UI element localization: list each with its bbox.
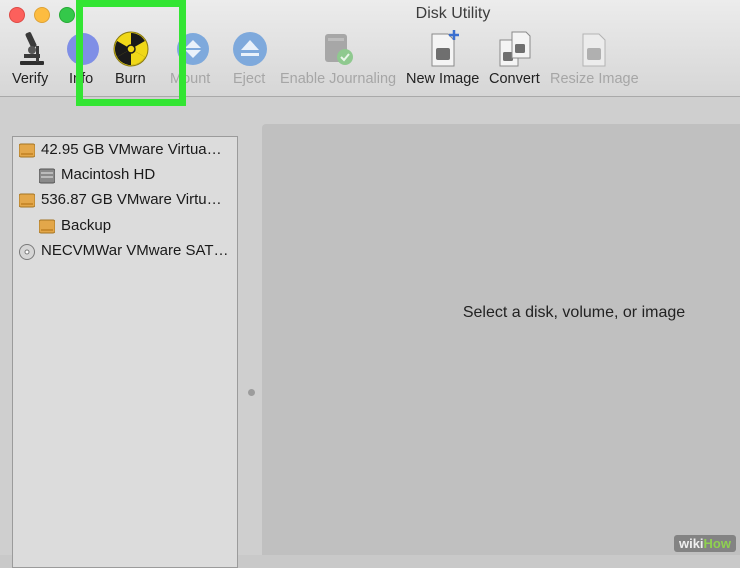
verify-label: Verify [12,71,49,87]
volume-icon [39,219,55,234]
watermark-prefix: wiki [678,536,704,551]
disk-label: Macintosh HD [61,166,156,183]
enable-journaling-label: Enable Journaling [280,71,397,87]
disk-list-item[interactable]: NECVMWar VMware SAT… [19,240,233,264]
disk-label: Backup [61,217,112,234]
disk-list-item[interactable]: 536.87 GB VMware Virtu… [19,189,233,213]
eject-icon [233,32,267,66]
resize-image-icon [582,33,606,67]
disk-list-item[interactable]: Backup [39,215,233,239]
empty-selection-message: Select a disk, volume, or image [462,304,686,321]
convert-label: Convert [489,71,540,87]
new-image-label: New Image [406,71,480,87]
volume-icon [39,168,55,184]
disk-label: NECVMWar VMware SAT… [41,242,229,259]
disk-label: 536.87 GB VMware Virtu… [41,191,222,208]
journaling-disk-icon [325,34,353,65]
hard-disk-icon [19,193,35,208]
disk-label: 42.95 GB VMware Virtua… [41,141,222,158]
new-image-icon [431,30,459,67]
detail-pane: Select a disk, volume, or image [262,124,740,555]
wikihow-watermark: wikiHow [673,535,736,552]
hard-disk-icon [19,143,35,158]
split-view-handle[interactable] [248,389,255,396]
disk-list-item[interactable]: Macintosh HD [39,164,233,188]
convert-icon [499,31,531,67]
watermark-suffix: How [703,536,731,551]
toolbar: Disk Utility Verify Info Mount Burn Ejec… [0,0,740,106]
disk-utility-window: Disk Utility Verify Info Mount Burn Ejec… [0,0,740,568]
disk-list-item[interactable]: 42.95 GB VMware Virtua… [19,139,233,163]
burn-highlight-box [76,0,186,106]
resize-image-label: Resize Image [550,71,639,87]
optical-disc-icon [19,244,35,260]
eject-label: Eject [233,71,266,87]
microscope-icon [20,32,44,65]
disk-list-sidebar: 42.95 GB VMware Virtua… Macintosh HD 536… [12,136,238,568]
